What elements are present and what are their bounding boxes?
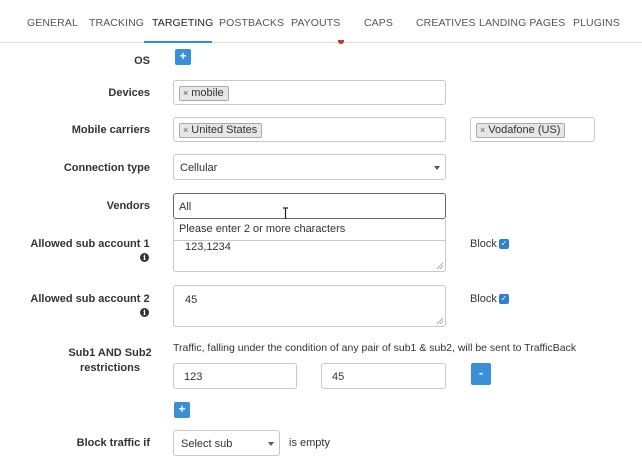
- add-restriction-button[interactable]: +: [174, 402, 190, 418]
- info-icon[interactable]: i: [140, 308, 149, 317]
- chevron-down-icon: [268, 442, 274, 446]
- tab-plugins[interactable]: PLUGINS: [573, 17, 620, 29]
- sub1-block-label: Block: [470, 238, 497, 250]
- os-label: OS: [134, 55, 150, 67]
- os-add-button[interactable]: +: [175, 49, 191, 65]
- mobile-carriers-label: Mobile carriers: [71, 124, 150, 136]
- sub1-block-checkbox[interactable]: ✓: [499, 239, 509, 249]
- tab-general[interactable]: GENERAL: [27, 17, 78, 29]
- tab-tracking[interactable]: TRACKING: [89, 17, 144, 29]
- devices-field[interactable]: × mobile: [173, 80, 446, 105]
- restriction-sub2-input[interactable]: 45: [321, 363, 446, 389]
- allowed-sub2-label: Allowed sub account 2: [30, 293, 150, 305]
- tab-postbacks[interactable]: POSTBACKS: [219, 17, 284, 29]
- notification-marker: [338, 40, 344, 44]
- vendors-input-value: All: [179, 201, 192, 213]
- allowed-sub2-value: 45: [185, 294, 198, 306]
- chevron-down-icon: [434, 166, 440, 170]
- carrier-field[interactable]: × Vodafone (US): [470, 117, 595, 142]
- sub-restrictions-info: Traffic, falling under the condition of …: [173, 342, 577, 354]
- allowed-sub1-label: Allowed sub account 1: [30, 238, 150, 250]
- remove-tag-icon[interactable]: ×: [183, 125, 188, 135]
- allowed-sub2-textarea[interactable]: 45: [173, 285, 446, 327]
- tab-payouts[interactable]: PAYOUTS: [291, 17, 340, 29]
- resize-handle-icon[interactable]: [437, 263, 443, 269]
- country-tag-united-states[interactable]: × United States: [179, 123, 263, 138]
- block-traffic-select[interactable]: Select sub: [173, 430, 280, 456]
- block-traffic-select-value: Select sub: [181, 438, 233, 450]
- tab-landing-pages[interactable]: LANDING PAGES: [479, 17, 565, 29]
- devices-label: Devices: [108, 87, 150, 99]
- restriction-sub1-input[interactable]: 123: [173, 363, 297, 389]
- sub2-block-checkbox[interactable]: ✓: [499, 294, 509, 304]
- connection-type-select[interactable]: Cellular: [173, 154, 446, 180]
- vendors-search-input[interactable]: All: [173, 193, 446, 219]
- tab-creatives[interactable]: CREATIVES: [416, 17, 476, 29]
- allowed-sub1-value: 123,1234: [185, 241, 231, 253]
- tab-caps[interactable]: CAPS: [364, 17, 393, 29]
- resize-handle-icon[interactable]: [437, 318, 443, 324]
- remove-tag-icon[interactable]: ×: [480, 125, 485, 135]
- connection-type-label: Connection type: [63, 162, 150, 174]
- connection-type-value: Cellular: [180, 162, 218, 174]
- active-tab-indicator: [144, 41, 212, 43]
- device-tag-mobile[interactable]: × mobile: [179, 86, 229, 101]
- tab-bar: GENERAL TRACKING TARGETING POSTBACKS PAY…: [0, 0, 642, 44]
- vendors-dropdown-hint: Please enter 2 or more characters: [173, 219, 446, 241]
- block-traffic-suffix: is empty: [289, 437, 330, 449]
- block-traffic-label: Block traffic if: [76, 437, 150, 449]
- remove-restriction-button[interactable]: -: [471, 363, 491, 385]
- carrier-tag-vodafone[interactable]: × Vodafone (US): [476, 123, 566, 138]
- tab-targeting[interactable]: TARGETING: [152, 17, 213, 29]
- carrier-country-field[interactable]: × United States: [173, 117, 446, 142]
- sub2-block-label: Block: [470, 293, 497, 305]
- info-icon[interactable]: i: [140, 253, 149, 262]
- vendors-label: Vendors: [106, 200, 150, 212]
- sub-restrictions-label: Sub1 AND Sub2 restrictions: [68, 347, 152, 374]
- remove-tag-icon[interactable]: ×: [183, 88, 188, 98]
